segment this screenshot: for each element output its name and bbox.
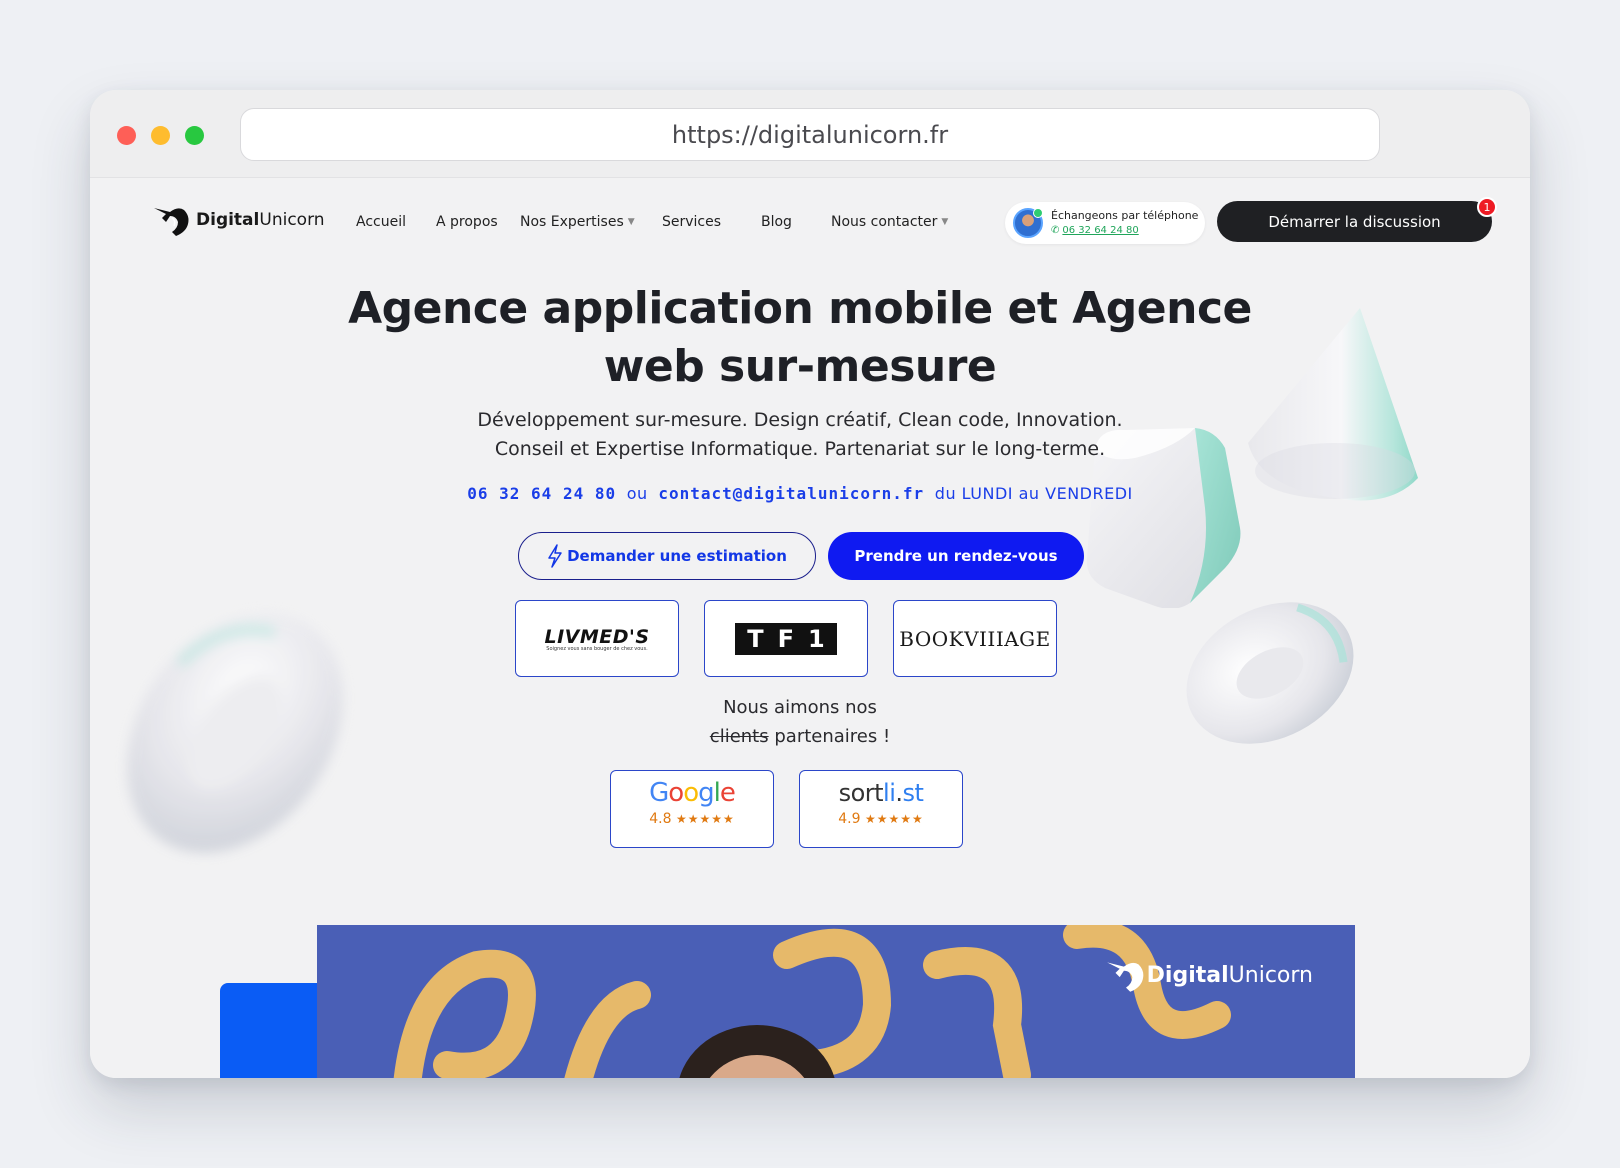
phone-contact-pill[interactable]: Échangeons par téléphone ✆ 06 32 64 24 80 (1005, 202, 1205, 244)
review-card-sortlist[interactable]: sortli.st 4.9 ★★★★★ (799, 770, 963, 848)
client-logo-livmeds: LIVMED'S Soignez vous sans bouger de che… (515, 600, 679, 677)
lightning-icon (548, 544, 562, 568)
book-meeting-button[interactable]: Prendre un rendez-vous (828, 532, 1084, 580)
client-logo-tf1: T F 1 (704, 600, 868, 677)
brand-name: DigitalUnicorn (196, 210, 325, 230)
chevron-down-icon: ▼ (941, 217, 949, 227)
unicorn-head-icon (1106, 962, 1143, 992)
video-background-lettering (393, 925, 1231, 1078)
presentation-video[interactable]: Digital Unicorn (317, 925, 1355, 1078)
nav-item-nous-contacter[interactable]: Nous contacter ▼ (831, 214, 948, 230)
unicorn-head-icon (154, 208, 189, 236)
nav-item-blog[interactable]: Blog (761, 214, 792, 230)
video-brand-logo: Digital Unicorn (1105, 955, 1313, 995)
nav-item-accueil[interactable]: Accueil (356, 214, 406, 230)
contact-phone-link[interactable]: 06 32 64 24 80 (467, 484, 616, 503)
browser-chrome: https://digitalunicorn.fr (90, 90, 1530, 178)
star-rating-icon: ★★★★★ (864, 812, 924, 826)
browser-window: https://digitalunicorn.fr DigitalUnicorn… (90, 90, 1530, 1078)
address-bar[interactable]: https://digitalunicorn.fr (240, 108, 1380, 161)
sortlist-rating: 4.9 ★★★★★ (838, 811, 924, 827)
nav-item-nos-expertises[interactable]: Nos Expertises ▼ (520, 214, 635, 230)
notification-badge: 1 (1477, 197, 1497, 217)
avatar (1013, 208, 1043, 238)
address-bar-url: https://digitalunicorn.fr (671, 120, 949, 149)
star-rating-icon: ★★★★★ (675, 812, 735, 826)
google-logo: Google (649, 778, 736, 808)
nav-item-a-propos[interactable]: A propos (436, 214, 498, 230)
web-page: DigitalUnicorn Accueil A propos Nos Expe… (90, 178, 1530, 1078)
client-logo-bookvillage: BOOKVIIIAGE (893, 600, 1057, 677)
hero-subtitle: Développement sur-mesure. Design créatif… (477, 409, 1123, 460)
review-card-google[interactable]: Google 4.8 ★★★★★ (610, 770, 774, 848)
torus-shape (1186, 602, 1354, 744)
request-estimate-button[interactable]: Demander une estimation (518, 532, 816, 580)
maximize-window-button[interactable] (185, 126, 204, 145)
phone-icon: ✆ (1051, 225, 1060, 236)
chevron-down-icon: ▼ (627, 217, 635, 227)
decorative-blue-block (220, 983, 330, 1078)
contact-email-link[interactable]: contact@digitalunicorn.fr (658, 484, 924, 503)
brand-logo[interactable]: DigitalUnicorn (152, 200, 325, 240)
blurred-torus-shape (127, 613, 343, 853)
phone-pill-link[interactable]: ✆ 06 32 64 24 80 (1051, 223, 1198, 238)
partners-tagline: Nous aimons nos clients partenaires ! (709, 697, 891, 747)
start-discussion-button[interactable]: Démarrer la discussion (1217, 201, 1492, 242)
contact-line: 06 32 64 24 80 ou contact@digitalunicorn… (467, 484, 1133, 503)
minimize-window-button[interactable] (151, 126, 170, 145)
close-window-button[interactable] (117, 126, 136, 145)
phone-pill-title: Échangeons par téléphone (1051, 209, 1199, 222)
google-rating: 4.8 ★★★★★ (649, 811, 735, 827)
nav-item-services[interactable]: Services (662, 214, 721, 230)
page-title: Agence application mobile et Agence web … (348, 283, 1252, 392)
sortlist-logo: sortli.st (838, 779, 924, 807)
